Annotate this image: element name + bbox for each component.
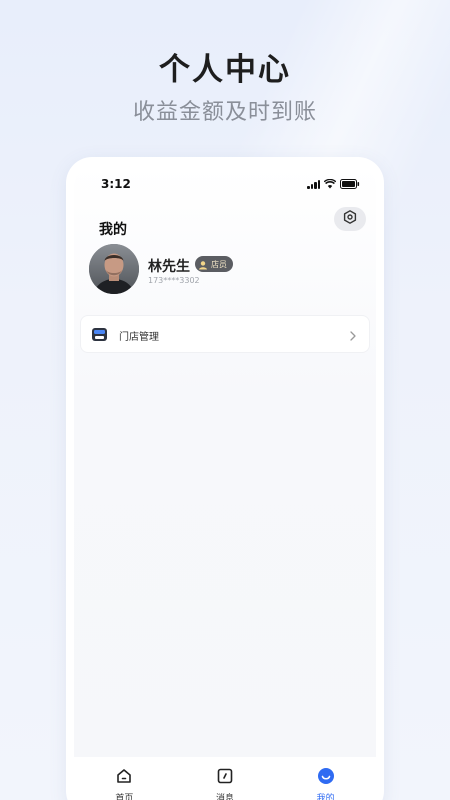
chevron-right-icon [349,327,357,346]
menu-item-store-management[interactable]: 门店管理 [80,315,370,353]
home-icon [115,767,133,789]
tab-mine-label: 我的 [316,794,335,800]
profile-icon [317,767,335,789]
promo-headline: 个人中心 [159,52,291,88]
app-screen: 3:12 我的 林先生 店员 173****3302 门店管理 首页 消息 我的 [74,165,376,800]
settings-hexagon-icon [342,209,358,229]
tab-mine[interactable]: 我的 [296,767,356,800]
message-icon [216,767,234,789]
status-icons [307,179,360,189]
page-title: 我的 [99,222,127,238]
avatar[interactable] [89,244,139,294]
role-badge: 店员 [195,256,233,272]
status-bar: 3:12 [74,177,376,193]
store-icon [91,326,108,347]
tab-home[interactable]: 首页 [94,767,154,800]
settings-button[interactable] [334,207,366,231]
menu-item-label: 门店管理 [119,332,159,343]
tab-messages-label: 消息 [215,794,234,800]
status-time: 3:12 [101,177,131,191]
bottom-tab-bar: 首页 消息 我的 [74,757,376,800]
wifi-icon [324,179,336,189]
user-phone: 173****3302 [148,276,200,285]
user-name: 林先生 [148,259,190,275]
signal-icon [307,179,320,189]
battery-icon [340,179,360,189]
tab-home-label: 首页 [115,794,134,800]
promo-subline: 收益金额及时到账 [132,100,317,125]
user-badge-icon [198,255,208,274]
role-badge-label: 店员 [211,259,227,269]
tab-messages[interactable]: 消息 [195,767,255,800]
phone-frame: 3:12 我的 林先生 店员 173****3302 门店管理 首页 消息 我的 [66,157,384,800]
